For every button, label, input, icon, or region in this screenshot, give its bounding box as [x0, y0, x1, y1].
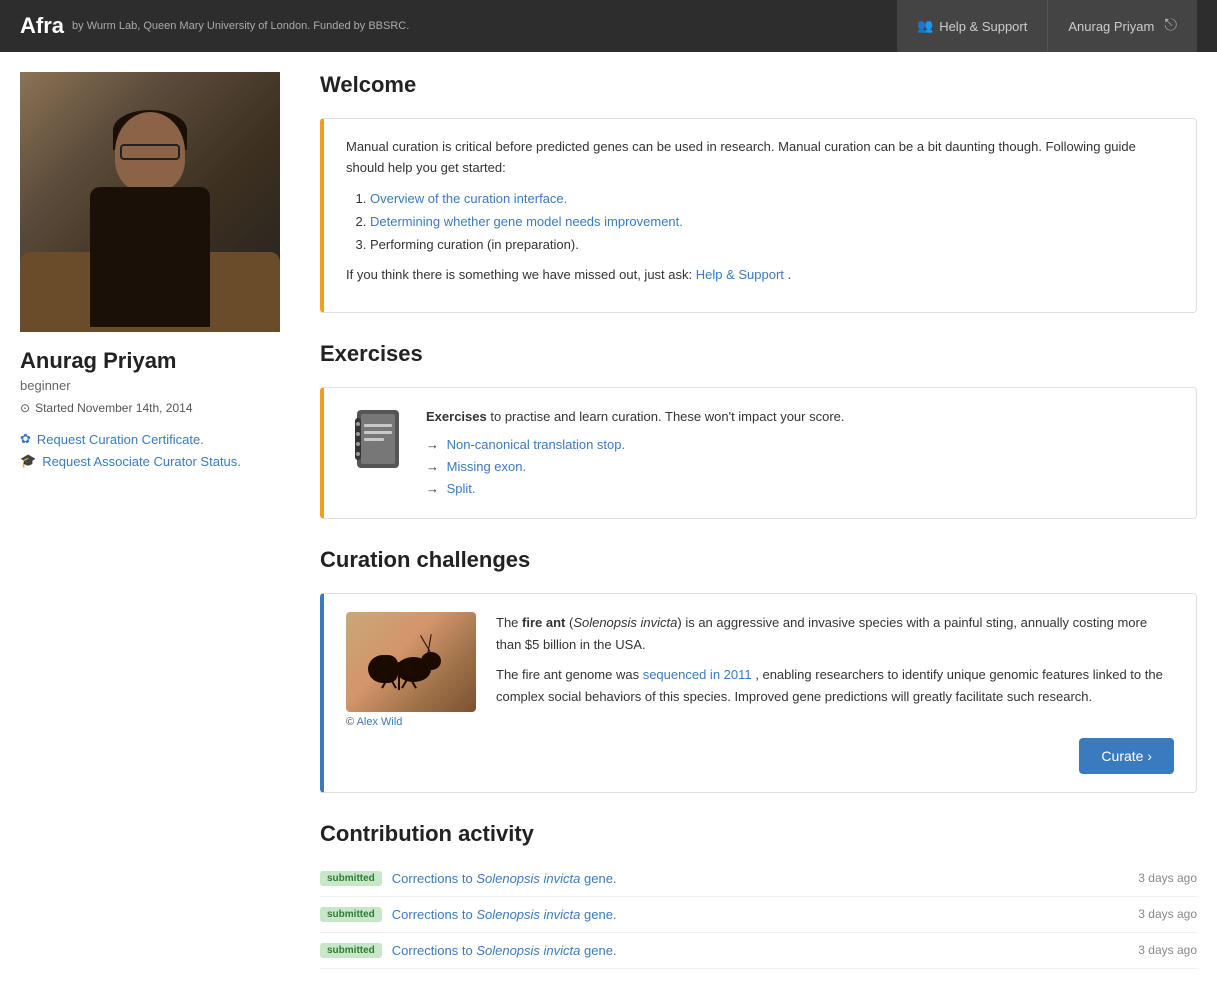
user-menu[interactable]: Anurag Priyam ⎋ [1048, 0, 1197, 52]
welcome-list: Overview of the curation interface. Dete… [346, 187, 1174, 257]
submitted-badge-1: submitted [320, 871, 382, 886]
started-date: Started November 14th, 2014 [35, 401, 192, 415]
exercises-desc-text: to practise and learn curation. These wo… [490, 409, 844, 424]
help-support-link[interactable]: Help & Support [696, 267, 784, 282]
challenges-box: © Alex Wild The fire ant (Solenopsis inv… [320, 593, 1197, 793]
activity-item-2-left: submitted Corrections to Solenopsis invi… [320, 907, 617, 922]
user-name-label: Anurag Priyam [1068, 19, 1154, 34]
contribution-activity-title: Contribution activity [320, 821, 1197, 847]
help-label: Help & Support [939, 19, 1027, 34]
activity-item-3-left: submitted Corrections to Solenopsis invi… [320, 943, 617, 958]
exercises-content: Exercises to practise and learn curation… [426, 406, 845, 500]
profile-level: beginner [20, 378, 300, 393]
challenge-para1: The fire ant (Solenopsis invicta) is an … [496, 612, 1174, 656]
sidebar-links: ✿ Request Curation Certificate. 🎓 Reques… [20, 431, 300, 469]
content: Welcome Manual curation is critical befo… [320, 72, 1197, 969]
image-credit: © Alex Wild [346, 716, 476, 728]
exercises-box: Exercises to practise and learn curation… [320, 387, 1197, 519]
curation-interface-link[interactable]: Overview of the curation interface. [370, 191, 567, 206]
welcome-intro: Manual curation is critical before predi… [346, 137, 1174, 179]
sequenced-link[interactable]: sequenced in 2011 [643, 667, 752, 682]
activity-time-1: 3 days ago [1138, 871, 1197, 885]
missing-exon-link[interactable]: → Missing exon. [426, 456, 845, 478]
challenge-content: © Alex Wild The fire ant (Solenopsis inv… [346, 612, 1174, 722]
activity-item-2: submitted Corrections to Solenopsis invi… [320, 897, 1197, 933]
curate-button-row: Curate › [346, 738, 1174, 774]
activity-item-1-left: submitted Corrections to Solenopsis invi… [320, 871, 617, 886]
exercises-title: Exercises [320, 341, 1197, 373]
associate-icon: 🎓 [20, 453, 36, 469]
profile-name: Anurag Priyam [20, 348, 300, 374]
activity-time-3: 3 days ago [1138, 943, 1197, 957]
header: Afra by Wurm Lab, Queen Mary University … [0, 0, 1217, 52]
challenge-text: The fire ant (Solenopsis invicta) is an … [496, 612, 1174, 716]
header-right: 👥 Help & Support Anurag Priyam ⎋ [897, 0, 1197, 52]
welcome-list-item-2: Determining whether gene model needs imp… [370, 210, 1174, 233]
challenge-image-container: © Alex Wild [346, 612, 476, 722]
challenge-para2: The fire ant genome was sequenced in 201… [496, 664, 1174, 708]
welcome-box: Manual curation is critical before predi… [320, 118, 1197, 313]
activity-link-3[interactable]: Corrections to Solenopsis invicta gene. [392, 943, 617, 958]
curation-challenges-title: Curation challenges [320, 547, 1197, 579]
activity-link-2[interactable]: Corrections to Solenopsis invicta gene. [392, 907, 617, 922]
submitted-badge-3: submitted [320, 943, 382, 958]
exercises-notebook-icon [346, 406, 406, 476]
certificate-label: Request Curation Certificate. [37, 432, 204, 447]
gene-model-link[interactable]: Determining whether gene model needs imp… [370, 214, 683, 229]
certificate-icon: ✿ [20, 431, 31, 447]
welcome-title: Welcome [320, 72, 1197, 104]
non-canonical-link[interactable]: → Non-canonical translation stop. [426, 434, 845, 456]
curate-button[interactable]: Curate › [1079, 738, 1174, 774]
activity-time-2: 3 days ago [1138, 907, 1197, 921]
header-left: Afra by Wurm Lab, Queen Mary University … [20, 13, 409, 39]
profile-image [20, 72, 280, 332]
activity-item-3: submitted Corrections to Solenopsis invi… [320, 933, 1197, 969]
logout-icon[interactable]: ⎋ [1164, 17, 1177, 35]
help-icon: 👥 [917, 18, 933, 34]
activity-list: submitted Corrections to Solenopsis invi… [320, 861, 1197, 969]
request-certificate-link[interactable]: ✿ Request Curation Certificate. [20, 431, 300, 447]
submitted-badge-2: submitted [320, 907, 382, 922]
welcome-list-item-1: Overview of the curation interface. [370, 187, 1174, 210]
alex-wild-link[interactable]: Alex Wild [357, 716, 403, 728]
ant-image [346, 612, 476, 712]
welcome-outro: If you think there is something we have … [346, 265, 1174, 286]
sidebar: Anurag Priyam beginner ⊙ Started Novembe… [20, 72, 300, 969]
app-subtitle: by Wurm Lab, Queen Mary University of Lo… [72, 20, 409, 32]
welcome-list-item-3: Performing curation (in preparation). [370, 233, 1174, 256]
profile-started: ⊙ Started November 14th, 2014 [20, 401, 300, 415]
app-logo: Afra [20, 13, 64, 39]
main-container: Anurag Priyam beginner ⊙ Started Novembe… [0, 52, 1217, 989]
split-link[interactable]: → Split. [426, 478, 845, 500]
associate-label: Request Associate Curator Status. [42, 454, 241, 469]
exercises-description: Exercises to practise and learn curation… [426, 406, 845, 428]
performing-curation-text: Performing curation (in preparation). [370, 237, 579, 252]
request-associate-link[interactable]: 🎓 Request Associate Curator Status. [20, 453, 300, 469]
help-support-button[interactable]: 👥 Help & Support [897, 0, 1048, 52]
activity-link-1[interactable]: Corrections to Solenopsis invicta gene. [392, 871, 617, 886]
clock-icon: ⊙ [20, 401, 30, 415]
